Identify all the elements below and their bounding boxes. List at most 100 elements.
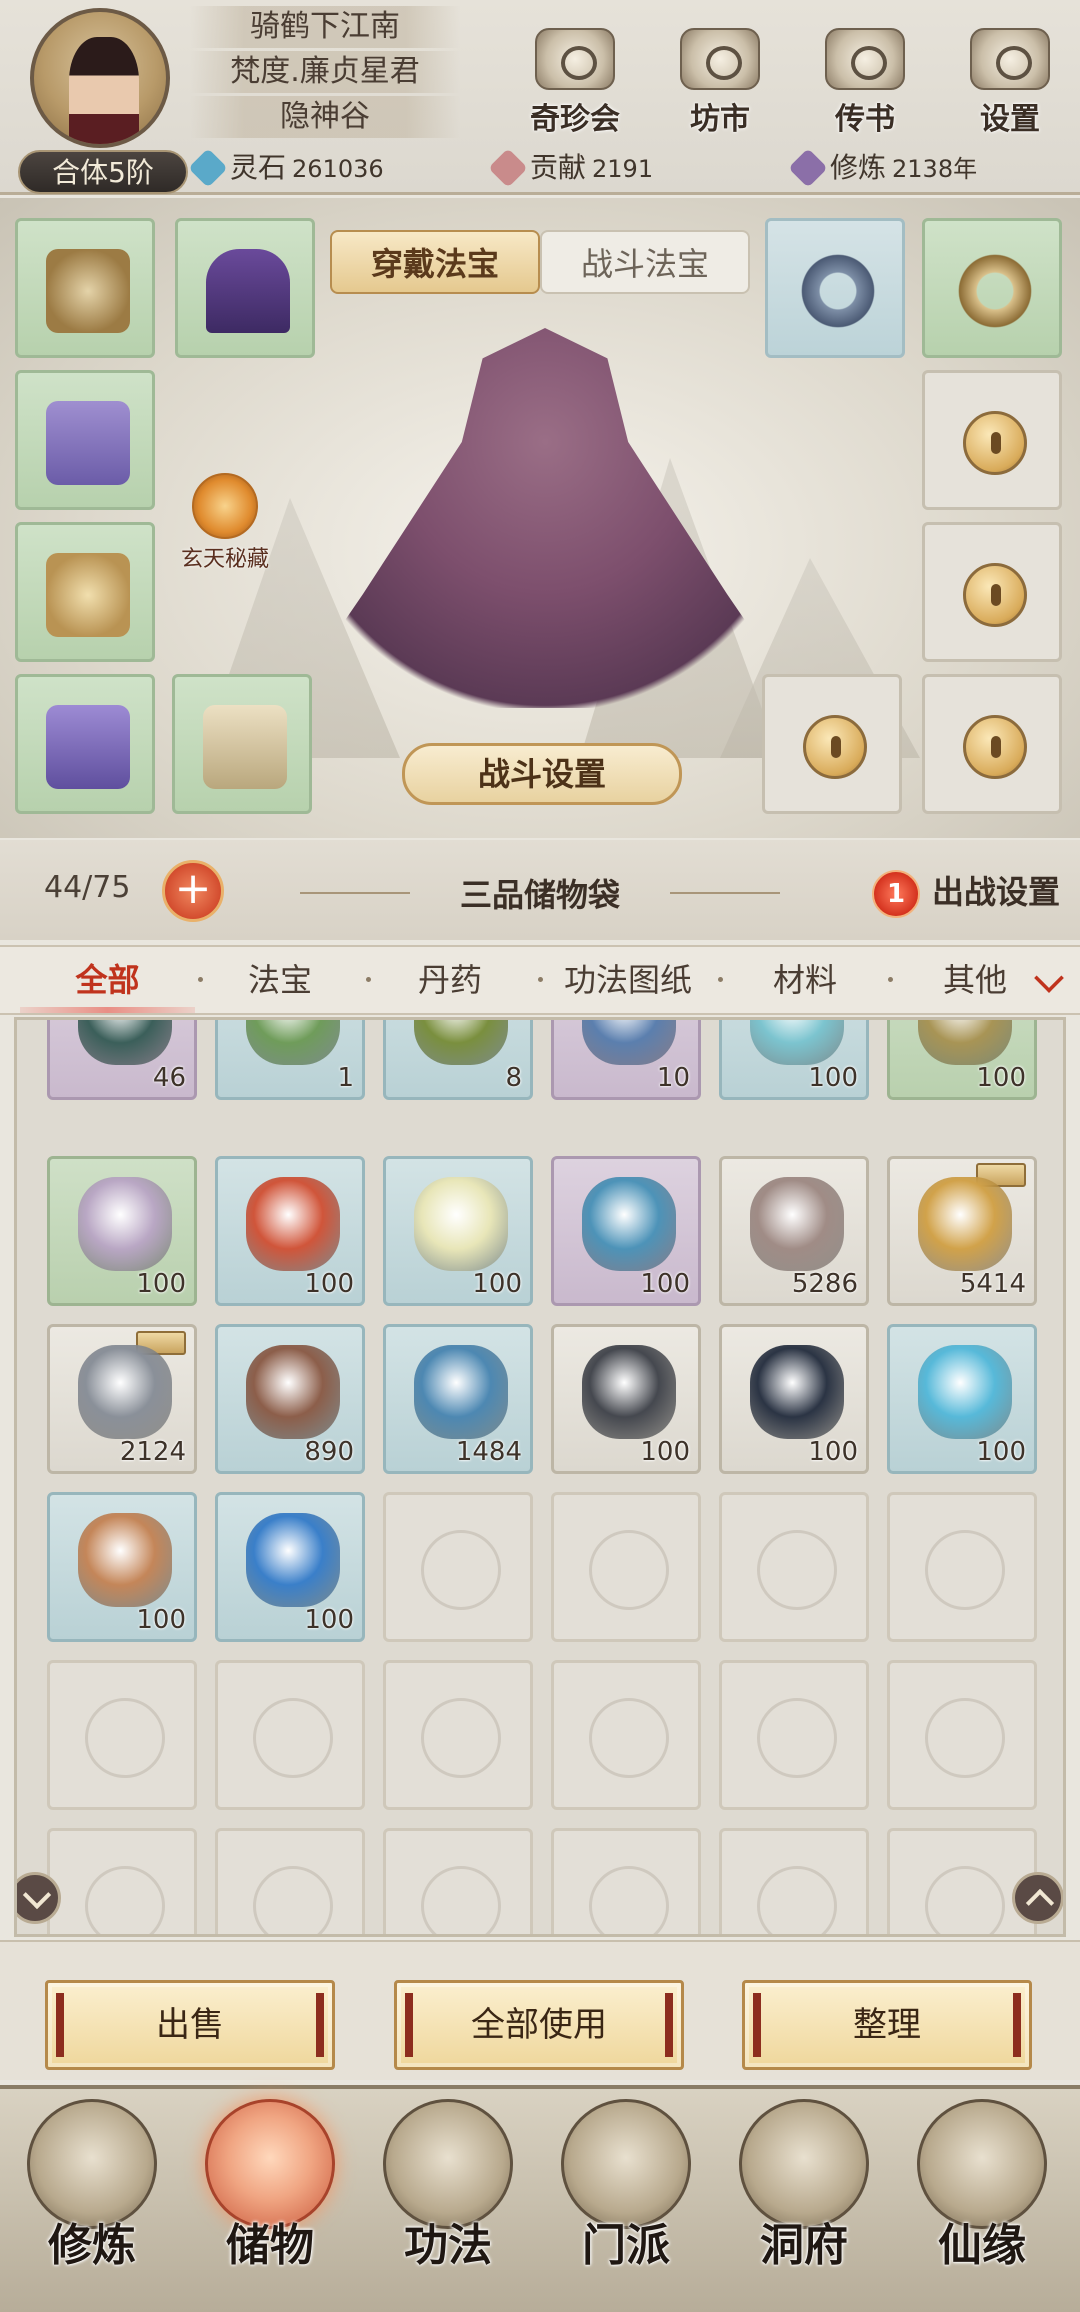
taiji-icon <box>421 1530 501 1610</box>
inventory-item[interactable]: 100 <box>719 1020 869 1100</box>
inventory-item[interactable]: 100 <box>215 1492 365 1642</box>
inventory-item[interactable]: 5286 <box>719 1156 869 1306</box>
mail-button[interactable]: 传书 <box>810 20 920 140</box>
hat-slot[interactable] <box>175 218 315 358</box>
ring-slot-1[interactable] <box>765 218 905 358</box>
empty-slot[interactable] <box>47 1828 197 1934</box>
market-icon <box>680 28 760 90</box>
inventory-item[interactable]: 2124 <box>47 1324 197 1474</box>
empty-slot[interactable] <box>719 1492 869 1642</box>
item-quantity: 5414 <box>959 1269 1026 1299</box>
nav-cave-dwelling[interactable]: 洞府 <box>724 2099 884 2309</box>
empty-slot[interactable] <box>551 1492 701 1642</box>
cultivation-value: 2138年 <box>892 155 978 183</box>
locked-slot[interactable] <box>922 522 1062 662</box>
empty-slot[interactable] <box>383 1492 533 1642</box>
nav-techniques[interactable]: 功法 <box>368 2099 528 2309</box>
tab-separator <box>718 977 723 982</box>
deploy-settings-button[interactable]: 1 出战设置 <box>871 864 1060 920</box>
taiji-icon <box>757 1530 837 1610</box>
battle-settings-button[interactable]: 战斗设置 <box>402 743 682 805</box>
inventory-item[interactable]: 100 <box>47 1156 197 1306</box>
nav-storage[interactable]: 储物 <box>190 2099 350 2309</box>
avatar-frame[interactable] <box>30 8 170 148</box>
ore-icon <box>918 1177 1012 1271</box>
rank-badge: 合体5阶 <box>18 150 188 194</box>
ring-slot-2[interactable] <box>922 218 1062 358</box>
empty-slot[interactable] <box>719 1828 869 1934</box>
cultivation-resource: 修炼 2138年 <box>788 148 978 188</box>
inventory-item[interactable]: 100 <box>551 1324 701 1474</box>
empty-slot[interactable] <box>719 1660 869 1810</box>
tab-separator <box>198 977 203 982</box>
inventory-item[interactable]: 100 <box>719 1324 869 1474</box>
empty-slot[interactable] <box>383 1828 533 1934</box>
locked-slot[interactable] <box>762 674 902 814</box>
inventory-item[interactable]: 5414 <box>887 1156 1037 1306</box>
sort-button[interactable]: 整理 <box>742 1980 1032 2070</box>
tab-technique-scrolls[interactable]: 功法图纸 <box>548 947 708 1013</box>
item-quantity: 100 <box>640 1269 690 1299</box>
settings-button[interactable]: 设置 <box>955 20 1065 140</box>
boots-slot[interactable] <box>172 674 312 814</box>
nav-sect[interactable]: 门派 <box>546 2099 706 2309</box>
pants-slot[interactable] <box>15 674 155 814</box>
inventory-item[interactable]: 100 <box>551 1156 701 1306</box>
top-button-bar: 奇珍会 坊市 传书 设置 <box>520 20 1080 140</box>
tab-pills[interactable]: 丹药 <box>380 947 520 1013</box>
empty-slot[interactable] <box>215 1828 365 1934</box>
inventory-item[interactable]: 100 <box>47 1492 197 1642</box>
tab-all[interactable]: 全部 <box>20 947 195 1013</box>
empty-slot[interactable] <box>383 1660 533 1810</box>
tab-other[interactable]: 其他 <box>900 947 1050 1013</box>
inventory-item[interactable]: 1484 <box>383 1324 533 1474</box>
inventory-item[interactable]: 100 <box>887 1020 1037 1100</box>
deploy-count-badge: 1 <box>871 870 920 918</box>
inventory-item[interactable]: 890 <box>215 1324 365 1474</box>
treasure-fair-button[interactable]: 奇珍会 <box>520 20 630 140</box>
scroll-up-button[interactable] <box>1012 1872 1063 1924</box>
berry-icon <box>246 1177 340 1271</box>
nav-cultivate[interactable]: 修炼 <box>12 2099 172 2309</box>
tab-treasure[interactable]: 法宝 <box>210 947 350 1013</box>
item-quantity: 100 <box>976 1437 1026 1467</box>
item-quantity: 2124 <box>119 1437 186 1467</box>
tab-battle-treasure[interactable]: 战斗法宝 <box>540 230 750 294</box>
taiji-icon <box>253 1866 333 1934</box>
necklace-slot[interactable] <box>15 218 155 358</box>
inventory-item[interactable]: 10 <box>551 1020 701 1100</box>
tab-worn-treasure[interactable]: 穿戴法宝 <box>330 230 540 294</box>
empty-slot[interactable] <box>215 1660 365 1810</box>
top-header: 合体5阶 骑鹤下江南 梵度.廉贞星君 隐神谷 奇珍会 坊市 传书 设置 灵石 26… <box>0 0 1080 195</box>
gloves-slot[interactable] <box>15 522 155 662</box>
empty-slot[interactable] <box>551 1660 701 1810</box>
inventory-item[interactable]: 8 <box>383 1020 533 1100</box>
locked-slot[interactable] <box>922 674 1062 814</box>
lock-icon <box>963 715 1027 779</box>
use-all-button[interactable]: 全部使用 <box>394 1980 684 2070</box>
taiji-icon <box>421 1698 501 1778</box>
nav-immortal-fate[interactable]: 仙缘 <box>902 2099 1062 2309</box>
tab-materials[interactable]: 材料 <box>730 947 880 1013</box>
empty-slot[interactable] <box>887 1492 1037 1642</box>
avatar[interactable]: 合体5阶 <box>10 8 190 194</box>
market-button[interactable]: 坊市 <box>665 20 775 140</box>
item-quantity: 890 <box>304 1437 354 1467</box>
inventory-item[interactable]: 100 <box>887 1324 1037 1474</box>
locked-slot[interactable] <box>922 370 1062 510</box>
empty-slot[interactable] <box>887 1660 1037 1810</box>
robe-slot[interactable] <box>15 370 155 510</box>
secret-treasure-label: 玄天秘藏 <box>180 547 269 572</box>
inventory-item[interactable]: 1 <box>215 1020 365 1100</box>
inventory-item[interactable]: 46 <box>47 1020 197 1100</box>
herb-icon <box>246 1020 340 1065</box>
nav-label: 储物 <box>226 2220 314 2271</box>
empty-slot[interactable] <box>47 1660 197 1810</box>
inventory-item[interactable]: 100 <box>383 1156 533 1306</box>
secret-treasure-button[interactable]: 玄天秘藏 <box>170 473 280 573</box>
item-quantity: 1 <box>337 1063 354 1093</box>
empty-slot[interactable] <box>551 1828 701 1934</box>
inventory-item[interactable]: 100 <box>215 1156 365 1306</box>
sell-button[interactable]: 出售 <box>45 1980 335 2070</box>
empty-slot[interactable] <box>887 1828 1037 1934</box>
